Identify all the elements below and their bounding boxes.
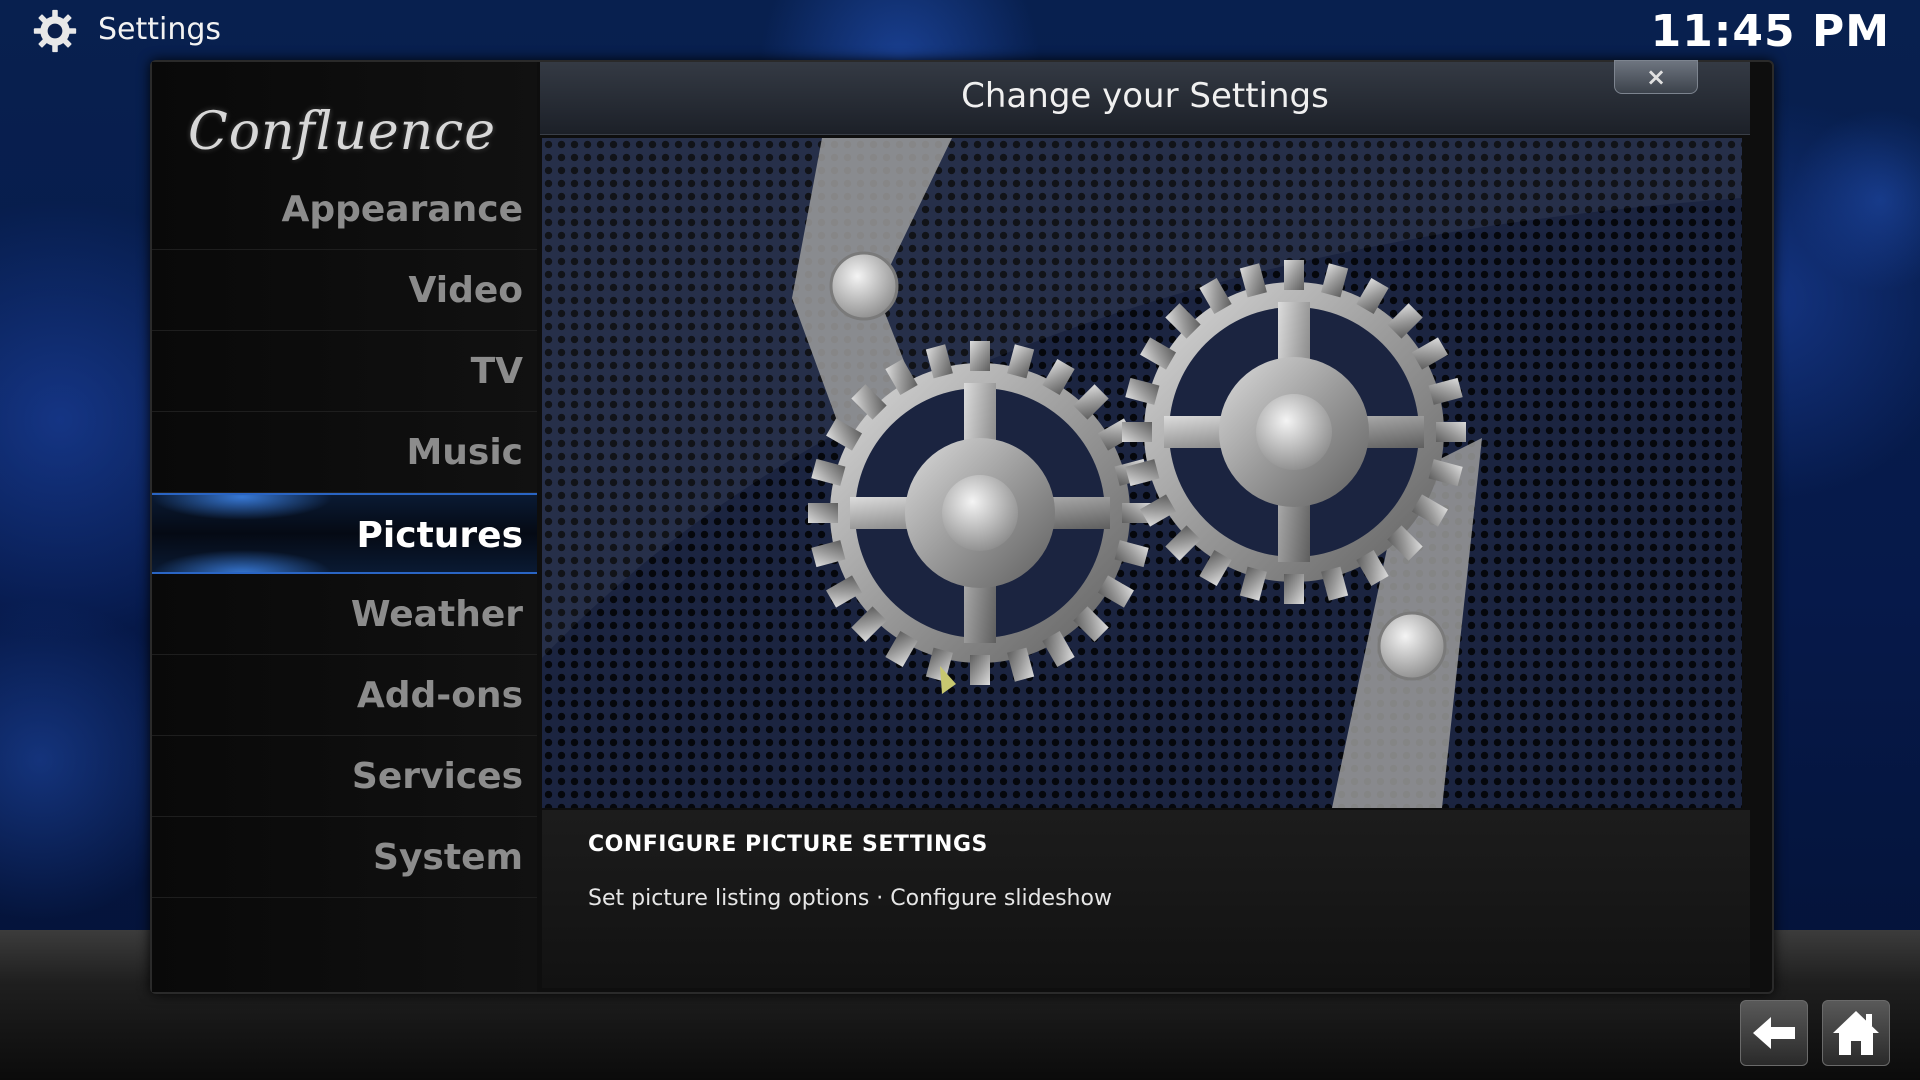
sidebar: Confluence Appearance Video TV Music Pic… [152, 62, 537, 992]
menu-item-appearance[interactable]: Appearance [152, 169, 537, 250]
clock: 11:45 PM [1650, 6, 1890, 57]
dialog-header: Change your Settings [540, 62, 1750, 135]
settings-menu: Appearance Video TV Music Pictures Weath… [152, 169, 537, 898]
menu-item-pictures[interactable]: Pictures [152, 493, 537, 574]
menu-item-weather[interactable]: Weather [152, 574, 537, 655]
close-button[interactable]: × [1614, 60, 1698, 94]
back-arrow-icon [1753, 1017, 1795, 1049]
settings-artwork [542, 138, 1742, 808]
menu-item-video[interactable]: Video [152, 250, 537, 331]
menu-item-services[interactable]: Services [152, 736, 537, 817]
dialog-title: Change your Settings [961, 76, 1329, 116]
info-panel: CONFIGURE PICTURE SETTINGS Set picture l… [542, 810, 1750, 988]
menu-item-addons[interactable]: Add-ons [152, 655, 537, 736]
info-description: Set picture listing options · Configure … [588, 886, 1112, 911]
back-button[interactable] [1740, 1000, 1808, 1066]
gears-illustration [542, 138, 1742, 808]
right-gear-icon [1122, 260, 1466, 604]
menu-item-music[interactable]: Music [152, 412, 537, 493]
settings-panel: Confluence Appearance Video TV Music Pic… [150, 60, 1774, 994]
gear-icon [33, 9, 77, 53]
menu-item-tv[interactable]: TV [152, 331, 537, 412]
top-bar: Settings 11:45 PM [0, 0, 1920, 60]
left-gear-icon [808, 341, 1152, 685]
skin-logo: Confluence [187, 102, 497, 162]
menu-item-system[interactable]: System [152, 817, 537, 898]
window-title: Settings [98, 12, 222, 47]
info-title: CONFIGURE PICTURE SETTINGS [588, 832, 988, 857]
home-icon [1833, 1011, 1879, 1055]
home-button[interactable] [1822, 1000, 1890, 1066]
